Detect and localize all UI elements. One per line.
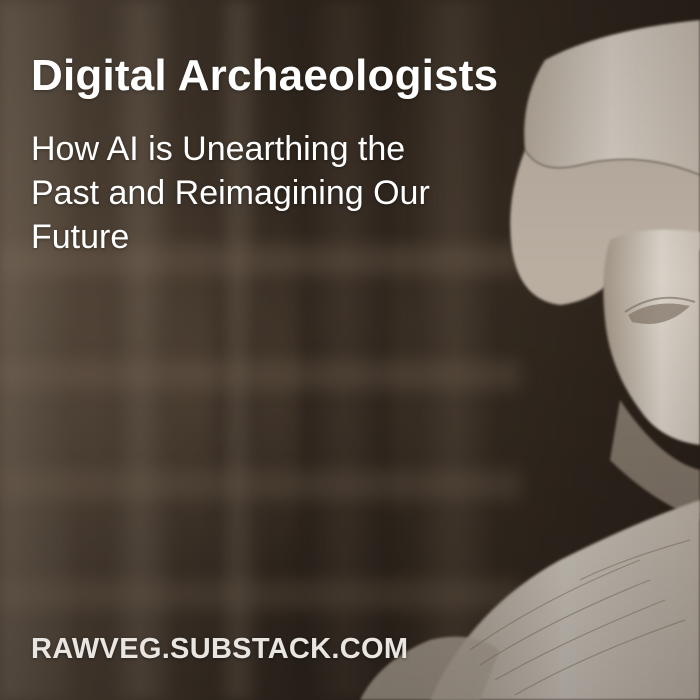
article-subtitle: How AI is Unearthing the Past and Reimag… bbox=[31, 127, 521, 259]
subtitle-line: Past and Reimagining Our bbox=[31, 174, 430, 212]
article-title: Digital Archaeologists bbox=[31, 51, 499, 100]
site-url: RAWVEG.SUBSTACK.COM bbox=[31, 633, 409, 665]
cover-card: Digital Archaeologists How AI is Unearth… bbox=[0, 0, 700, 700]
subtitle-line: How AI is Unearthing the bbox=[31, 130, 406, 168]
darkening-overlay bbox=[0, 0, 700, 700]
subtitle-line: Future bbox=[31, 218, 130, 256]
